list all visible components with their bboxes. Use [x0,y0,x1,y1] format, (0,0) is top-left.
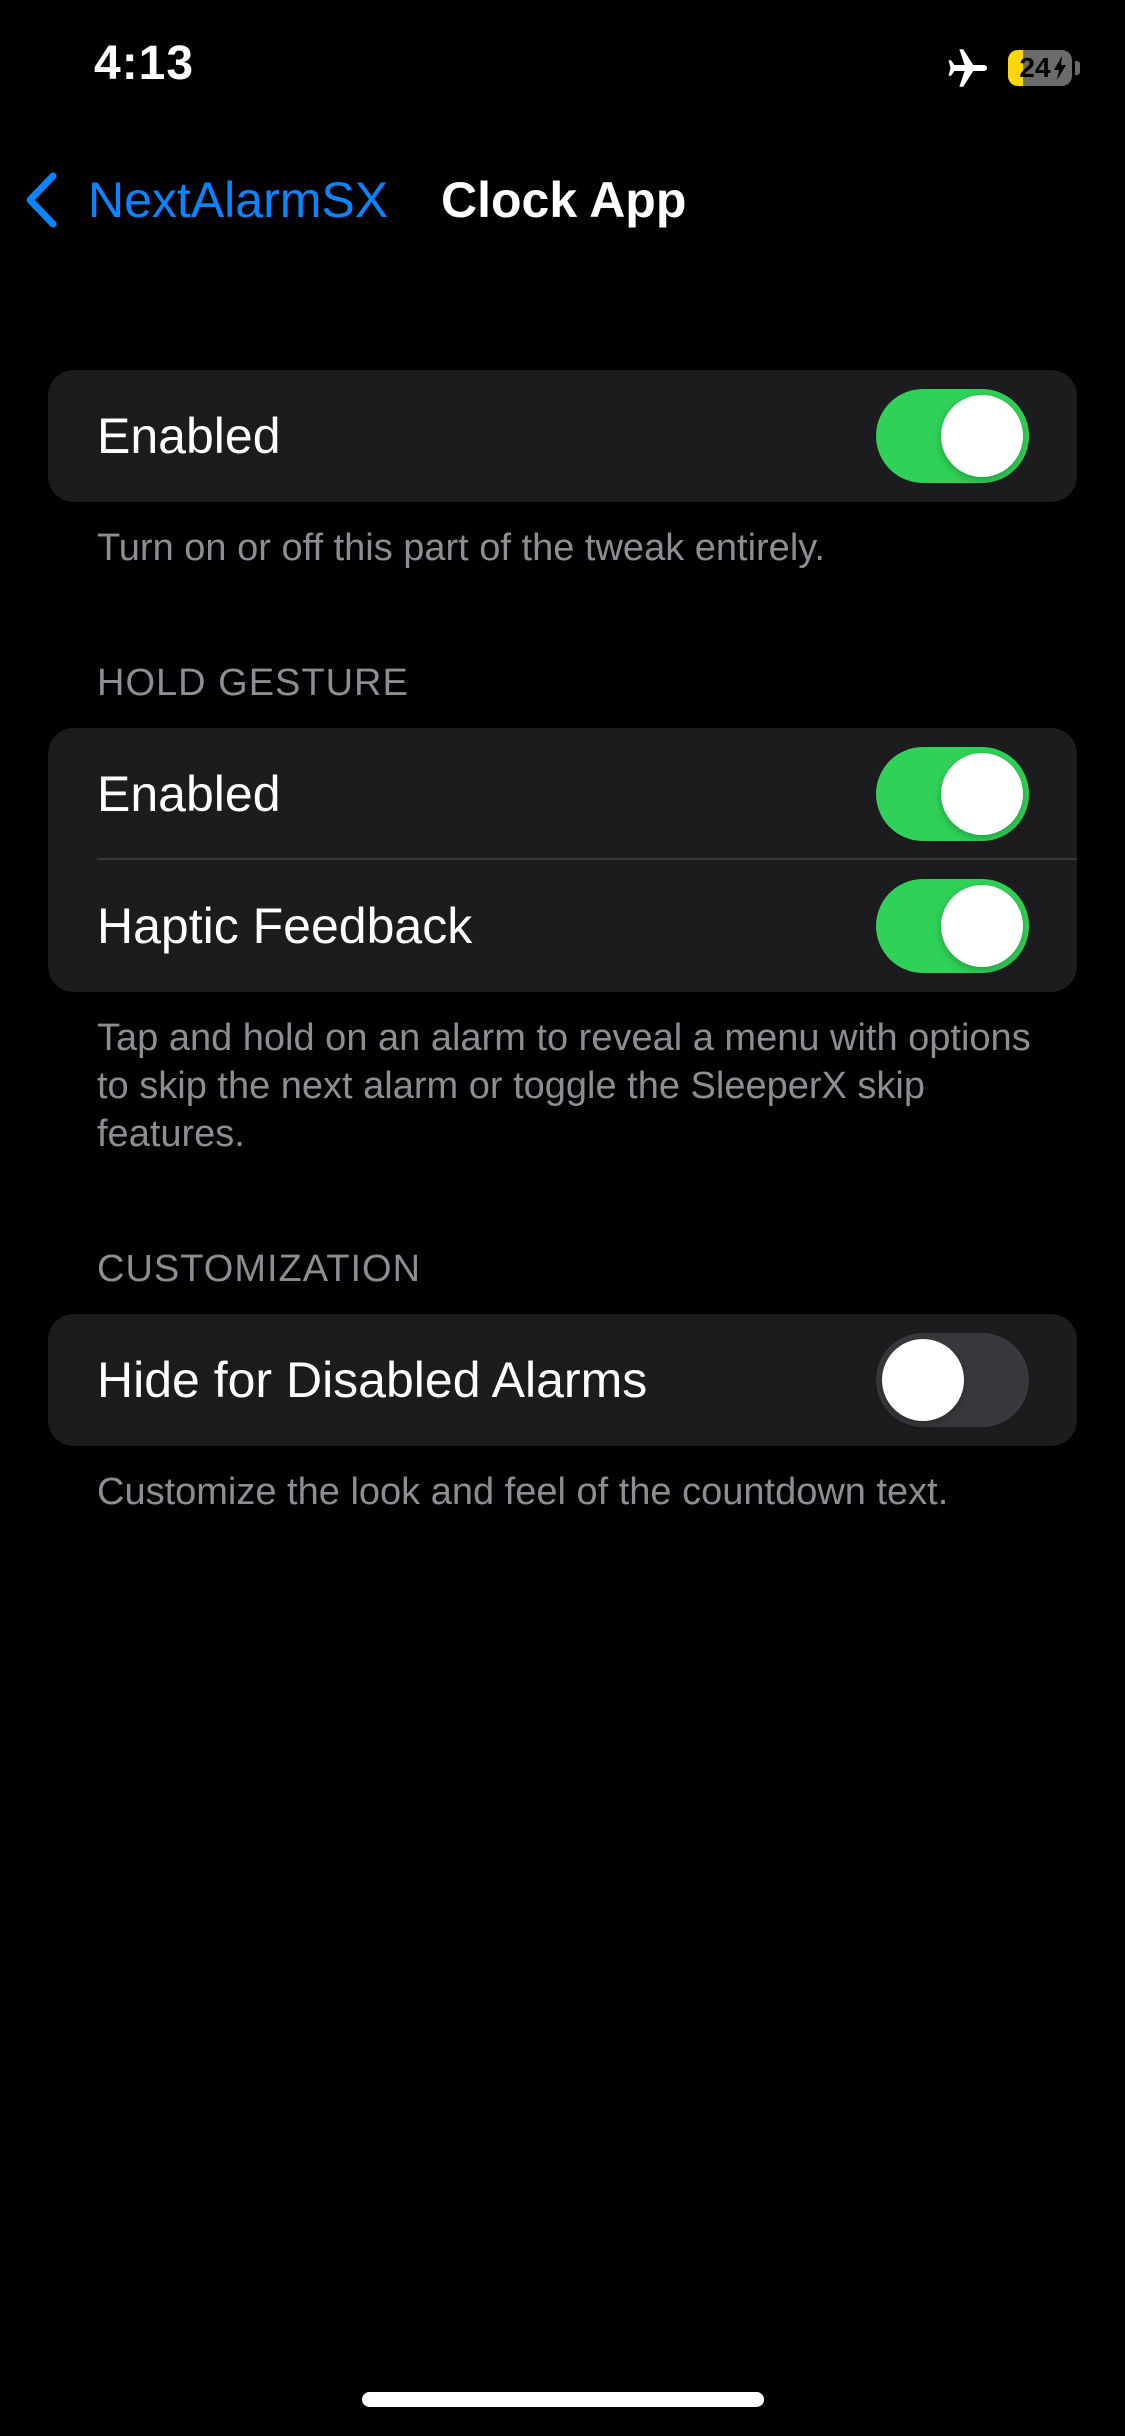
haptic-feedback-row: Haptic Feedback [48,860,1077,992]
hold-gesture-enabled-toggle[interactable] [876,747,1029,841]
hide-disabled-alarms-label: Hide for Disabled Alarms [97,1352,648,1408]
hide-disabled-alarms-toggle[interactable] [876,1333,1029,1427]
toggle-knob [882,1339,964,1421]
haptic-feedback-toggle[interactable] [876,879,1029,973]
toggle-knob [941,753,1023,835]
back-button-label: NextAlarmSX [88,172,389,228]
hold-gesture-enabled-row: Enabled [48,728,1077,860]
customization-footer-text: Customize the look and feel of the count… [97,1471,949,1513]
hold-gesture-footer-text: Tap and hold on an alarm to reveal a men… [97,1017,1031,1155]
chevron-left-icon [26,172,57,228]
hold-gesture-group: Enabled Haptic Feedback [48,728,1077,992]
toggle-knob [941,885,1023,967]
customization-header: CUSTOMIZATION [97,1248,422,1290]
enabled-row: Enabled [48,370,1077,502]
enabled-toggle[interactable] [876,389,1029,483]
back-button[interactable]: NextAlarmSX [22,170,388,230]
battery-indicator: 24 [1008,50,1072,86]
battery-cap [1075,61,1080,75]
toggle-knob [941,395,1023,477]
page-title: Clock App [441,172,687,228]
customization-group: Hide for Disabled Alarms [48,1314,1077,1446]
main-footer-text: Turn on or off this part of the tweak en… [97,527,825,569]
home-indicator[interactable] [362,2392,764,2407]
airplane-icon [948,49,987,87]
hide-disabled-alarms-row: Hide for Disabled Alarms [48,1314,1077,1446]
hold-gesture-enabled-label: Enabled [97,766,281,822]
status-bar: 4:13 24 [0,0,1125,140]
navigation-bar: NextAlarmSX Clock App [0,150,1125,250]
enabled-label: Enabled [97,408,281,464]
hold-gesture-header: HOLD GESTURE [97,662,409,704]
main-settings-group: Enabled [48,370,1077,502]
haptic-feedback-label: Haptic Feedback [97,898,473,954]
charging-bolt-icon [1054,56,1066,80]
status-time: 4:13 [94,37,195,90]
